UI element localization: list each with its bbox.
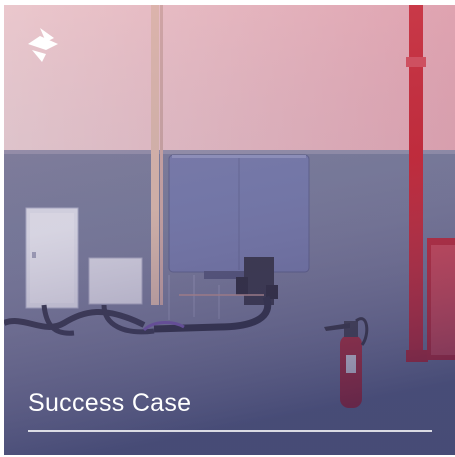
success-case-card[interactable]: Success Case: [0, 0, 455, 457]
wall-installation-photo: [4, 5, 455, 455]
brand-logo-icon: [28, 28, 58, 62]
title-underline: [28, 430, 432, 432]
card-title: Success Case: [28, 389, 192, 417]
